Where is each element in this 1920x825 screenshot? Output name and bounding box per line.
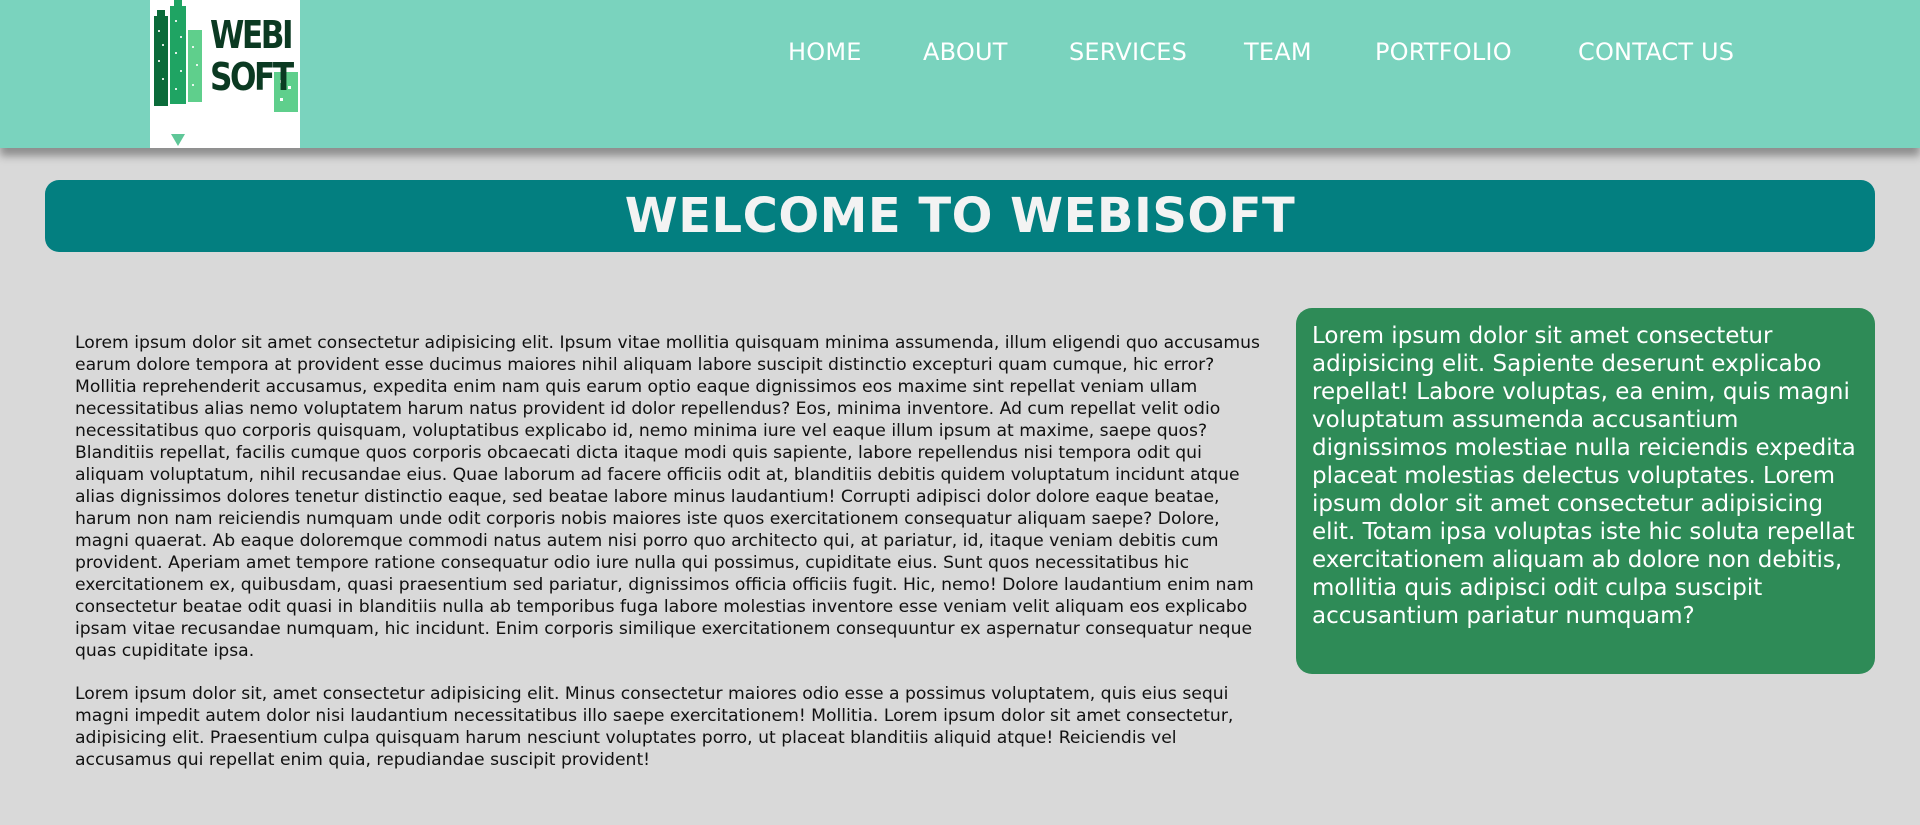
site-logo[interactable]: WEBI SOFT [150,0,300,148]
nav-item-team[interactable]: TEAM [1244,38,1312,66]
page-title: WELCOME TO WEBISOFT [624,188,1296,244]
nav-item-contact-us[interactable]: CONTACT US [1578,38,1734,66]
dropdown-arrow-icon [171,134,185,146]
nav-item-services[interactable]: SERVICES [1069,38,1187,66]
sidebar-callout-text: Lorem ipsum dolor sit amet consectetur a… [1312,323,1856,629]
main-paragraph-2: Lorem ipsum dolor sit, amet consectetur … [75,684,1234,770]
nav-item-portfolio[interactable]: PORTFOLIO [1375,38,1512,66]
main-content: Lorem ipsum dolor sit amet consectetur a… [75,332,1270,792]
welcome-banner: WELCOME TO WEBISOFT [45,180,1875,252]
nav-item-about[interactable]: ABOUT [923,38,1008,66]
main-nav: HOME ABOUT SERVICES TEAM PORTFOLIO CONTA… [0,38,1920,74]
nav-item-home[interactable]: HOME [788,38,862,66]
main-paragraph-1: Lorem ipsum dolor sit amet consectetur a… [75,333,1261,661]
site-header: WEBI SOFT HOME ABOUT SERVICES TEAM PORTF… [0,0,1920,148]
sidebar-callout: Lorem ipsum dolor sit amet consectetur a… [1296,308,1875,674]
